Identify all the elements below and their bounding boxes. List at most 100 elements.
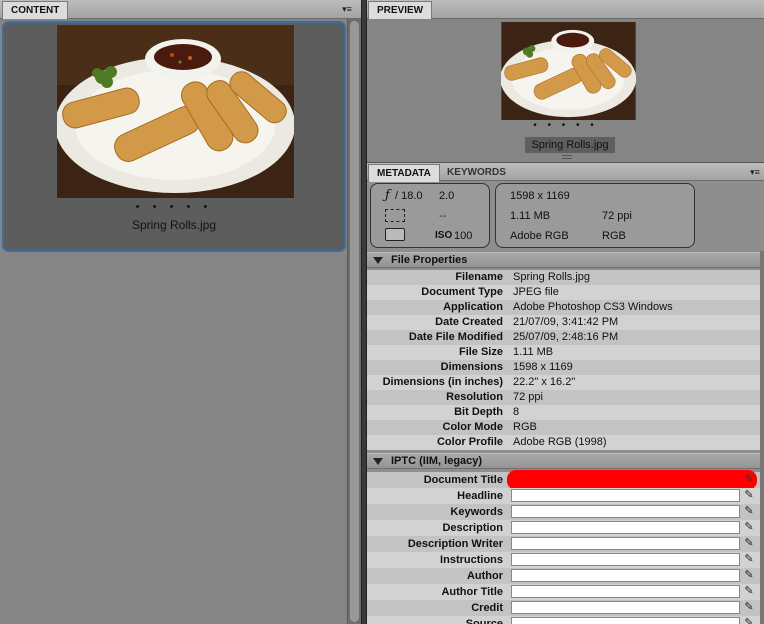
metadata-row: Application Adobe Photoshop CS3 Windows	[367, 300, 761, 315]
iptc-field-input[interactable]	[507, 470, 757, 490]
metadata-label: Application	[443, 301, 503, 313]
file-data-box: 1598 x 1169 1.11 MB 72 ppi Adobe RGB RGB	[495, 183, 695, 248]
iptc-label: Document Title	[423, 474, 503, 486]
preview-filename: Spring Rolls.jpg	[525, 137, 615, 153]
metering-icon	[385, 209, 405, 222]
section-file-properties[interactable]: File Properties	[367, 252, 761, 268]
content-scrollbar[interactable]	[347, 19, 361, 624]
section-iptc[interactable]: IPTC (IIM, legacy)	[367, 453, 761, 469]
metadata-value: Adobe RGB (1998)	[513, 436, 607, 448]
metadata-label: Dimensions (in inches)	[382, 376, 503, 388]
iptc-row: Author ✎	[367, 568, 761, 584]
metadata-scrollbar[interactable]	[760, 251, 764, 624]
metadata-tabbar: METADATA KEYWORDS ▾≡	[367, 163, 764, 182]
section-title: IPTC (IIM, legacy)	[391, 455, 483, 467]
tab-content[interactable]: CONTENT	[2, 1, 69, 19]
metadata-value: Spring Rolls.jpg	[513, 271, 591, 283]
metadata-value: 21/07/09, 3:41:42 PM	[513, 316, 619, 328]
iptc-row: Keywords ✎	[367, 504, 761, 520]
panel-menu-icon[interactable]: ▾≡	[748, 166, 762, 178]
pencil-icon[interactable]: ✎	[742, 600, 756, 614]
metadata-row: File Size 1.11 MB	[367, 345, 761, 360]
metadata-placard: ƒ / 18.0 2.0 -- ISO 100 1598 x 1169 1.11…	[367, 181, 764, 251]
metadata-row: Color Mode RGB	[367, 420, 761, 435]
preview-resize-grip[interactable]	[562, 155, 572, 159]
metadata-row: Dimensions (in inches) 22.2" x 16.2"	[367, 375, 761, 390]
tab-metadata[interactable]: METADATA	[368, 164, 440, 182]
panel-menu-icon[interactable]: ▾≡	[340, 3, 354, 15]
iptc-row: Credit ✎	[367, 600, 761, 616]
metadata-row: Resolution 72 ppi	[367, 390, 761, 405]
pencil-icon[interactable]: ✎	[742, 536, 756, 550]
metadata-value: Adobe Photoshop CS3 Windows	[513, 301, 673, 313]
pencil-icon[interactable]: ✎	[742, 520, 756, 534]
iso-value: 100	[454, 230, 473, 242]
preview-panel: PREVIEW • • • • • Spring Rolls.jpg	[367, 0, 764, 160]
iptc-label: Author Title	[441, 586, 503, 598]
placard-file-size: 1.11 MB	[510, 210, 551, 222]
disclosure-triangle-icon[interactable]	[373, 458, 383, 465]
iptc-label: Keywords	[450, 506, 503, 518]
aperture-icon: ƒ	[385, 188, 390, 203]
iptc-row: Document Title ✎	[367, 470, 761, 490]
iptc-field-input[interactable]	[511, 569, 740, 582]
placard-color-mode: RGB	[602, 230, 626, 242]
pencil-icon[interactable]: ✎	[742, 568, 756, 582]
metadata-row: Color Profile Adobe RGB (1998)	[367, 435, 761, 450]
iptc-field-input[interactable]	[511, 553, 740, 566]
pencil-icon[interactable]: ✎	[742, 504, 756, 518]
iptc-field-input[interactable]	[511, 537, 740, 550]
iptc-field-input[interactable]	[511, 601, 740, 614]
iptc-field-input[interactable]	[511, 617, 740, 624]
metadata-panel: METADATA KEYWORDS ▾≡ ƒ / 18.0 2.0 -- ISO…	[367, 162, 764, 624]
metadata-value: 8	[513, 406, 520, 418]
bridge-window: CONTENT ▾≡ • • • • • Spring Rolls.jpg PR…	[0, 0, 764, 624]
iptc-field-input[interactable]	[511, 521, 740, 534]
iptc-label: Credit	[471, 602, 503, 614]
shutter-value: 2.0	[439, 190, 455, 202]
iptc-row: Author Title ✎	[367, 584, 761, 600]
tab-preview[interactable]: PREVIEW	[368, 1, 433, 19]
thumbnail-card[interactable]: • • • • • Spring Rolls.jpg	[2, 21, 346, 252]
disclosure-triangle-icon[interactable]	[373, 257, 383, 264]
metering-value: --	[439, 210, 447, 222]
preview-image[interactable]	[501, 22, 636, 120]
metadata-value: 25/07/09, 2:48:16 PM	[513, 331, 619, 343]
content-panel: CONTENT ▾≡ • • • • • Spring Rolls.jpg	[0, 0, 361, 624]
metadata-label: Filename	[455, 271, 503, 283]
camera-data-box: ƒ / 18.0 2.0 -- ISO 100	[370, 183, 490, 248]
placard-resolution: 72 ppi	[602, 210, 632, 222]
metadata-row: Filename Spring Rolls.jpg	[367, 270, 761, 285]
metadata-row: Date File Modified 25/07/09, 2:48:16 PM	[367, 330, 761, 345]
iptc-field-input[interactable]	[511, 585, 740, 598]
preview-rating[interactable]: • • • • •	[367, 120, 764, 131]
pencil-icon[interactable]: ✎	[742, 616, 756, 624]
metadata-value: 1598 x 1169	[513, 361, 573, 373]
thumbnail-filename[interactable]: Spring Rolls.jpg	[4, 218, 344, 232]
metadata-value: JPEG file	[513, 286, 559, 298]
metadata-value: 22.2" x 16.2"	[513, 376, 576, 388]
preview-tabbar: PREVIEW	[367, 0, 764, 19]
iptc-field-input[interactable]	[511, 505, 740, 518]
thumbnail-rating[interactable]: • • • • •	[4, 201, 344, 213]
thumbnail-image[interactable]	[57, 25, 294, 198]
metadata-label: Document Type	[421, 286, 503, 298]
iptc-label: Description	[442, 522, 503, 534]
metadata-label: Date Created	[435, 316, 503, 328]
pencil-icon[interactable]: ✎	[742, 488, 756, 502]
pencil-icon[interactable]: ✎	[742, 472, 756, 486]
metadata-label: Color Mode	[442, 421, 504, 433]
tab-keywords[interactable]: KEYWORDS	[439, 164, 514, 182]
pencil-icon[interactable]: ✎	[742, 584, 756, 598]
metadata-label: File Size	[458, 346, 503, 358]
iptc-label: Source	[465, 618, 503, 624]
content-scrollbar-thumb[interactable]	[350, 21, 359, 622]
iptc-row: Description ✎	[367, 520, 761, 536]
iptc-label: Headline	[457, 490, 503, 502]
iptc-label: Author	[466, 570, 503, 582]
iptc-label: Instructions	[440, 554, 503, 566]
pencil-icon[interactable]: ✎	[742, 552, 756, 566]
placard-color-profile: Adobe RGB	[510, 230, 569, 242]
iptc-row: Description Writer ✎	[367, 536, 761, 552]
iptc-field-input[interactable]	[511, 489, 740, 502]
